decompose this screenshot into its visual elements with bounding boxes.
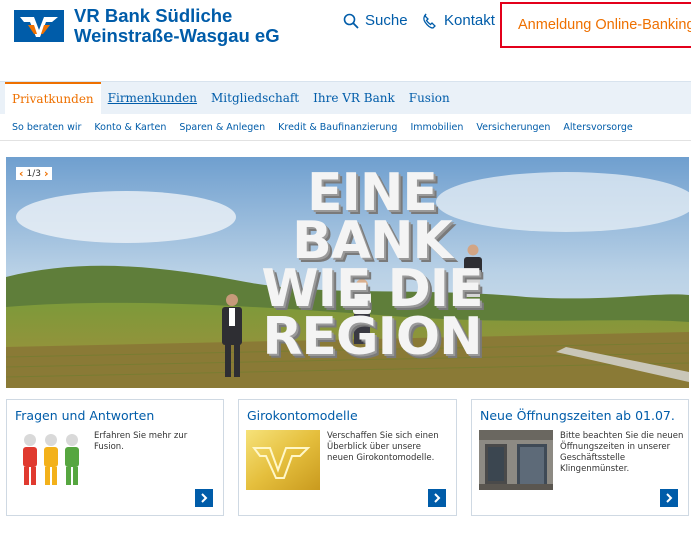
main-navigation: Privatkunden Firmenkunden Mitgliedschaft… — [0, 81, 691, 114]
chevron-right-icon — [666, 493, 673, 503]
teaser-girokontomodelle[interactable]: Girokontomodelle Verschaffen Sie sich ei… — [238, 399, 457, 516]
teaser-arrow-button[interactable] — [195, 489, 213, 507]
chevron-right-icon[interactable]: › — [44, 168, 49, 179]
hero-line-2: BANK — [292, 211, 453, 271]
nav-item-label: Mitgliedschaft — [211, 91, 300, 105]
search-icon — [343, 13, 359, 29]
nav-item-label: Privatkunden — [12, 92, 94, 106]
sub-navigation: So beraten wir Konto & Karten Sparen & A… — [0, 114, 691, 141]
chevron-right-icon — [201, 493, 208, 503]
teaser-oeffnungszeiten[interactable]: Neue Öffnungszeiten ab 01.07. Bitte beac… — [471, 399, 689, 516]
hero-line-1: EINE — [307, 163, 438, 223]
nav-item-label: Firmenkunden — [107, 91, 198, 105]
teaser-title: Neue Öffnungszeiten ab 01.07. — [480, 408, 675, 423]
subnav-item-konto-karten[interactable]: Konto & Karten — [94, 114, 166, 140]
nav-item-ihre-vr-bank[interactable]: Ihre VR Bank — [306, 82, 402, 114]
subnav-item-immobilien[interactable]: Immobilien — [410, 114, 463, 140]
teaser-title: Girokontomodelle — [247, 408, 358, 423]
bank-name-line1: VR Bank Südliche — [74, 5, 233, 26]
hero-line-4: REGION — [262, 307, 482, 367]
teaser-text: Bitte beachten Sie die neuen Öffnungszei… — [560, 431, 684, 474]
nav-item-mitgliedschaft[interactable]: Mitgliedschaft — [204, 82, 306, 114]
teaser-arrow-button[interactable] — [660, 489, 678, 507]
vr-bank-logo[interactable] — [14, 10, 64, 42]
online-banking-login-button[interactable]: Anmeldung Online-Banking — [500, 2, 691, 48]
teaser-arrow-button[interactable] — [428, 489, 446, 507]
teaser-title: Fragen und Antworten — [15, 408, 155, 423]
branch-entrance-image — [479, 430, 553, 490]
contact-link[interactable]: Kontakt — [422, 12, 495, 29]
subnav-item-beratung[interactable]: So beraten wir — [12, 114, 81, 140]
teaser-fragen-antworten[interactable]: Fragen und Antworten Erfahren Sie mehr z… — [6, 399, 224, 516]
nav-item-label: Fusion — [408, 91, 450, 105]
subnav-item-sparen-anlegen[interactable]: Sparen & Anlegen — [179, 114, 265, 140]
bank-name[interactable]: VR Bank Südliche Weinstraße-Wasgau eG — [74, 6, 280, 46]
slider-pager: ‹ 1/3 › — [16, 167, 52, 180]
hero-line-3: WIE DIE — [261, 259, 483, 319]
site-header: VR Bank Südliche Weinstraße-Wasgau eG Su… — [0, 0, 691, 80]
nav-item-firmenkunden[interactable]: Firmenkunden — [101, 82, 204, 114]
subnav-item-kredit[interactable]: Kredit & Baufinanzierung — [278, 114, 397, 140]
contact-label: Kontakt — [444, 12, 495, 29]
hero-headline: EINE BANK WIE DIE REGION — [222, 163, 522, 367]
gold-card-logo-image — [246, 430, 320, 490]
nav-item-fusion[interactable]: Fusion — [402, 82, 457, 114]
phone-icon — [423, 13, 436, 29]
teaser-text: Verschaffen Sie sich einen Überblick übe… — [327, 431, 439, 463]
subnav-item-versicherungen[interactable]: Versicherungen — [476, 114, 550, 140]
bank-name-line2: Weinstraße-Wasgau eG — [74, 25, 280, 46]
teaser-text: Erfahren Sie mehr zur Fusion. — [94, 431, 188, 452]
nav-item-privatkunden[interactable]: Privatkunden — [5, 82, 101, 114]
search-link[interactable]: Suche — [343, 12, 408, 29]
nav-item-label: Ihre VR Bank — [313, 91, 395, 105]
hero-slider[interactable]: EINE BANK WIE DIE REGION ‹ 1/3 › — [6, 157, 689, 388]
slider-page-indicator: 1/3 — [26, 168, 42, 179]
search-label: Suche — [365, 12, 408, 29]
puzzle-figures-image — [14, 430, 88, 490]
login-label: Anmeldung Online-Banking — [518, 17, 691, 33]
subnav-item-altersvorsorge[interactable]: Altersvorsorge — [563, 114, 632, 140]
chevron-right-icon — [434, 493, 441, 503]
chevron-left-icon[interactable]: ‹ — [19, 168, 24, 179]
